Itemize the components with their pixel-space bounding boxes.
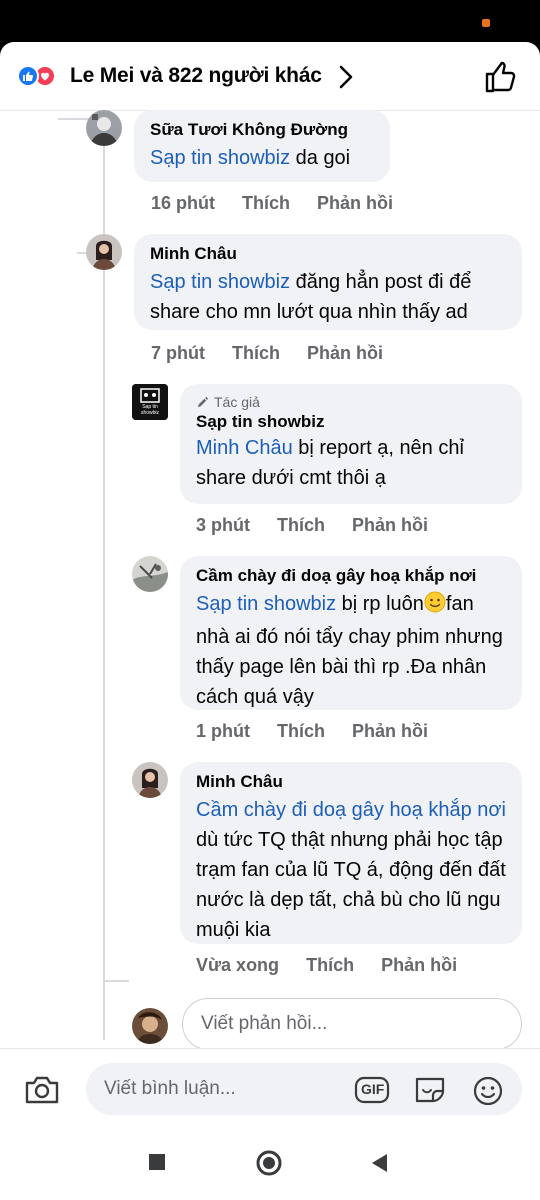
comment-text: Cầm chày đi doạ gây hoạ khắp nơi dù tức … bbox=[196, 795, 508, 945]
mention-link[interactable]: Sạp tin showbiz bbox=[150, 147, 290, 169]
comment-bubble: Minh Châu Cầm chày đi doạ gây hoạ khắp n… bbox=[180, 762, 522, 944]
comment-author[interactable]: Minh Châu bbox=[196, 771, 508, 793]
gif-label: GIF bbox=[361, 1081, 385, 1097]
like-button[interactable]: Thích bbox=[242, 193, 290, 213]
reply-button[interactable]: Phản hồi bbox=[317, 193, 393, 213]
comment-author[interactable]: Sạp tin showbiz bbox=[196, 411, 508, 433]
author-badge-label: Tác giả bbox=[214, 394, 260, 410]
mention-link[interactable]: Sạp tin showbiz bbox=[150, 271, 290, 293]
comment-actions: Vừa xong Thích Phản hồi bbox=[196, 955, 479, 976]
nav-square-icon[interactable] bbox=[147, 1152, 167, 1177]
avatar[interactable] bbox=[86, 110, 122, 146]
comment-actions: 1 phút Thích Phản hồi bbox=[196, 721, 450, 742]
comment-time: Vừa xong bbox=[196, 955, 280, 975]
emoji-icon[interactable] bbox=[472, 1075, 504, 1112]
comment-bubble: Cầm chày đi doạ gây hoạ khắp nơi Sạp tin… bbox=[180, 556, 522, 710]
like-button[interactable]: Thích bbox=[306, 955, 354, 975]
avatar[interactable] bbox=[132, 762, 168, 798]
comments-sheet: Le Mei và 822 người khác Sữa Tươi Không … bbox=[0, 42, 540, 1200]
avatar[interactable] bbox=[132, 556, 168, 592]
reply-button[interactable]: Phản hồi bbox=[381, 955, 457, 975]
comment-time: 3 phút bbox=[196, 515, 250, 535]
nav-back-icon[interactable] bbox=[369, 1152, 389, 1179]
mention-link[interactable]: Cầm chày đi doạ gây hoạ khắp nơi bbox=[196, 799, 506, 821]
comment-actions: 3 phút Thích Phản hồi bbox=[196, 515, 450, 536]
comment-placeholder: Viết bình luận... bbox=[104, 1078, 236, 1099]
camera-icon[interactable] bbox=[24, 1075, 60, 1110]
reply-button[interactable]: Phản hồi bbox=[352, 721, 428, 741]
mention-link[interactable]: Minh Châu bbox=[196, 437, 293, 459]
thread-line bbox=[103, 980, 129, 982]
comment-actions: 16 phút Thích Phản hồi bbox=[151, 193, 415, 214]
like-button[interactable]: Thích bbox=[277, 515, 325, 535]
comment-actions: 7 phút Thích Phản hồi bbox=[151, 343, 405, 364]
reply-input[interactable]: Viết phản hồi... bbox=[182, 998, 522, 1050]
avatar[interactable] bbox=[86, 234, 122, 270]
comment-input[interactable]: Viết bình luận... GIF bbox=[86, 1063, 522, 1115]
comment-time: 1 phút bbox=[196, 721, 250, 741]
comment-author[interactable]: Cầm chày đi doạ gây hoạ khắp nơi bbox=[196, 565, 508, 587]
sticker-icon[interactable] bbox=[412, 1075, 448, 1110]
like-icon bbox=[17, 65, 39, 87]
reply-button[interactable]: Phản hồi bbox=[307, 343, 383, 363]
my-avatar bbox=[132, 1008, 168, 1044]
thumbs-up-icon[interactable] bbox=[484, 60, 518, 99]
comment-time: 7 phút bbox=[151, 343, 205, 363]
comment-time: 16 phút bbox=[151, 193, 216, 213]
comment-text: Sạp tin showbiz bị rp luôn fan nhà ai đó … bbox=[196, 589, 508, 712]
comment-text: Sạp tin showbiz đăng hẳn post đi để shar… bbox=[150, 267, 508, 327]
gif-icon[interactable]: GIF bbox=[354, 1075, 390, 1110]
comment-body: da goi bbox=[290, 147, 351, 169]
author-badge: Tác giả bbox=[196, 393, 508, 411]
comment-body: bị rp luôn bbox=[336, 593, 424, 615]
comment-bubble: Minh Châu Sạp tin showbiz đăng hẳn post … bbox=[134, 234, 522, 330]
comment-text: Minh Châu bị report ạ, nên chỉ share dướ… bbox=[196, 433, 508, 493]
page-avatar-text: Sạp tin showbiz bbox=[140, 404, 160, 416]
status-bar bbox=[0, 0, 540, 42]
pencil-icon bbox=[197, 396, 209, 407]
slightly-smiling-emoji bbox=[424, 591, 446, 622]
mention-link[interactable]: Sạp tin showbiz bbox=[196, 593, 336, 615]
reaction-icons bbox=[17, 65, 65, 87]
reply-placeholder: Viết phản hồi... bbox=[201, 1013, 328, 1034]
like-button[interactable]: Thích bbox=[277, 721, 325, 741]
comment-text: Sạp tin showbiz da goi bbox=[150, 143, 376, 173]
page-avatar[interactable]: Sạp tin showbiz bbox=[132, 384, 168, 420]
comment-body: dù tức TQ thật nhưng phải học tập trạm f… bbox=[196, 829, 506, 941]
nav-circle-icon[interactable] bbox=[255, 1149, 283, 1182]
comment-bubble: Sữa Tươi Không Đường Sạp tin showbiz da … bbox=[134, 110, 390, 182]
system-nav-bar bbox=[0, 1128, 540, 1200]
reactors-text[interactable]: Le Mei và 822 người khác bbox=[70, 64, 322, 88]
reactions-header[interactable]: Le Mei và 822 người khác bbox=[0, 42, 540, 111]
comment-author[interactable]: Sữa Tươi Không Đường bbox=[150, 119, 376, 141]
notification-dot-icon bbox=[482, 19, 490, 27]
chevron-right-icon[interactable] bbox=[338, 64, 354, 95]
comment-bar: Viết bình luận... GIF bbox=[0, 1048, 540, 1129]
comment-author[interactable]: Minh Châu bbox=[150, 243, 508, 265]
like-button[interactable]: Thích bbox=[232, 343, 280, 363]
comment-bubble: Tác giả Sạp tin showbiz Minh Châu bị rep… bbox=[180, 384, 522, 504]
reply-button[interactable]: Phản hồi bbox=[352, 515, 428, 535]
